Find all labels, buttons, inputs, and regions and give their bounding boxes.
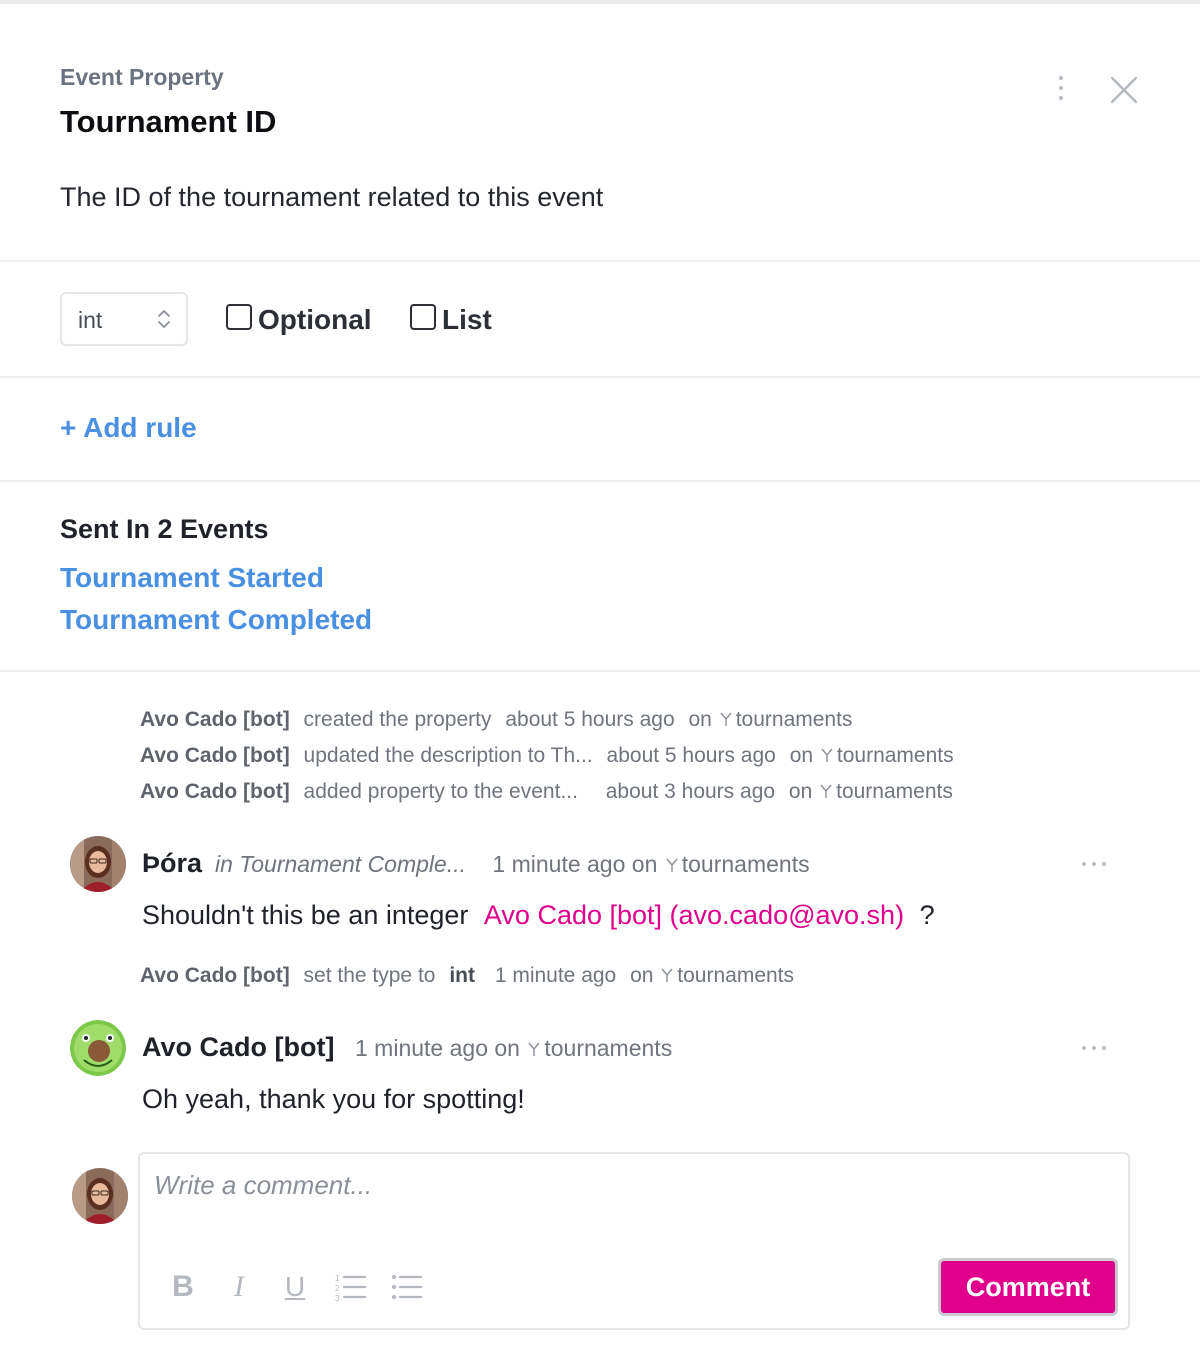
- activity-action: created the property: [303, 708, 492, 731]
- activity-action[interactable]: updated the description to Th...: [304, 744, 593, 767]
- activity-time: about 5 hours ago: [606, 744, 776, 767]
- comment-submit-button[interactable]: Comment: [938, 1258, 1118, 1316]
- current-user-avatar: [72, 1168, 128, 1224]
- comment-time: 1 minute ago on: [355, 1035, 520, 1061]
- comment-body: Oh yeah, thank you for spotting!: [142, 1084, 525, 1114]
- comment-branch[interactable]: tournaments: [544, 1035, 672, 1061]
- property-description[interactable]: The ID of the tournament related to this…: [60, 182, 603, 213]
- activity-branch[interactable]: tournaments: [837, 744, 954, 767]
- divider: [0, 376, 1200, 378]
- svg-text:3: 3: [335, 1294, 340, 1302]
- branch-icon: [666, 858, 678, 872]
- svg-text:1: 1: [335, 1274, 340, 1283]
- comment-branch[interactable]: tournaments: [682, 851, 810, 877]
- comment-context[interactable]: in Tournament Comple...: [215, 851, 466, 877]
- branch-icon: [528, 1042, 540, 1056]
- type-select-value: int: [78, 307, 103, 333]
- optional-checkbox[interactable]: Optional: [226, 304, 372, 336]
- list-checkbox-box[interactable]: [410, 304, 436, 330]
- branch-icon: [821, 748, 833, 762]
- more-options-icon[interactable]: [1082, 1044, 1108, 1052]
- bold-icon[interactable]: B: [170, 1270, 196, 1304]
- more-options-icon[interactable]: [1082, 860, 1108, 868]
- svg-text:2: 2: [335, 1284, 340, 1293]
- activity-time: about 3 hours ago: [605, 780, 776, 803]
- list-checkbox[interactable]: List: [410, 304, 492, 336]
- activity-item: Avo Cado [bot] updated the description t…: [140, 744, 954, 768]
- activity-on: on: [688, 708, 712, 731]
- comment-meta: in Tournament Comple... 1 minute ago on …: [215, 851, 810, 878]
- activity-time: 1 minute ago: [494, 964, 617, 987]
- avatar[interactable]: [70, 836, 126, 892]
- branch-icon: [820, 784, 832, 798]
- activity-type: int: [449, 964, 475, 987]
- italic-icon[interactable]: I: [226, 1270, 252, 1304]
- branch-icon: [661, 968, 673, 982]
- branch-icon: [720, 712, 732, 726]
- page-title[interactable]: Tournament ID: [60, 104, 276, 140]
- optional-checkbox-box[interactable]: [226, 304, 252, 330]
- comment-meta: 1 minute ago on tournaments: [355, 1035, 672, 1062]
- comment-author[interactable]: Avo Cado [bot]: [142, 1032, 334, 1063]
- activity-actor[interactable]: Avo Cado [bot]: [140, 708, 290, 731]
- comment-body: Shouldn't this be an integer Avo Cado [b…: [142, 900, 935, 931]
- activity-branch[interactable]: tournaments: [677, 964, 794, 987]
- type-select[interactable]: int: [60, 292, 188, 346]
- type-row: int Optional List: [0, 262, 1200, 376]
- activity-on: on: [630, 964, 654, 987]
- comment-input[interactable]: [154, 1170, 1114, 1230]
- activity-item: Avo Cado [bot] added property to the eve…: [140, 780, 953, 804]
- activity-actor[interactable]: Avo Cado [bot]: [140, 964, 290, 987]
- activity-actor[interactable]: Avo Cado [bot]: [140, 780, 290, 803]
- activity-on: on: [789, 744, 814, 767]
- event-link-tournament-started[interactable]: Tournament Started: [60, 562, 324, 594]
- comment-time: 1 minute ago on: [492, 851, 658, 877]
- list-checkbox-label: List: [442, 304, 492, 335]
- comment-text-end: ?: [919, 900, 935, 930]
- event-link-tournament-completed[interactable]: Tournament Completed: [60, 604, 372, 636]
- close-icon[interactable]: [1104, 70, 1144, 110]
- activity-actor[interactable]: Avo Cado [bot]: [140, 744, 290, 767]
- bullet-list-icon[interactable]: [390, 1270, 424, 1304]
- optional-checkbox-label: Optional: [258, 304, 372, 335]
- activity-time: about 5 hours ago: [505, 708, 675, 731]
- ordered-list-icon[interactable]: 1 2 3: [334, 1270, 368, 1304]
- avocado-avatar[interactable]: [70, 1020, 126, 1076]
- sent-in-title: Sent In 2 Events: [60, 514, 269, 544]
- add-rule-link[interactable]: + Add rule: [60, 412, 197, 444]
- divider: [0, 670, 1200, 672]
- activity-branch[interactable]: tournaments: [736, 708, 853, 731]
- page-eyebrow: Event Property: [60, 64, 224, 90]
- activity-action: set the type to: [303, 964, 436, 987]
- comment-composer: B I U 1 2 3 Comment: [138, 1152, 1130, 1330]
- chevron-up-down-icon: [158, 310, 170, 328]
- activity-item: Avo Cado [bot] set the type to int 1 min…: [140, 964, 794, 988]
- property-header: Event Property Tournament ID The ID of t…: [0, 0, 1200, 260]
- activity-on: on: [788, 780, 813, 803]
- comment-text: Shouldn't this be an integer: [142, 900, 469, 930]
- comment-author[interactable]: Þóra: [142, 848, 202, 879]
- underline-icon[interactable]: U: [282, 1270, 308, 1304]
- mention[interactable]: Avo Cado [bot] (avo.cado@avo.sh): [484, 900, 904, 930]
- activity-branch[interactable]: tournaments: [836, 780, 953, 803]
- more-options-icon[interactable]: [1052, 74, 1070, 104]
- divider: [0, 480, 1200, 482]
- activity-item: Avo Cado [bot] created the property abou…: [140, 708, 852, 732]
- activity-action[interactable]: added property to the event...: [304, 780, 578, 803]
